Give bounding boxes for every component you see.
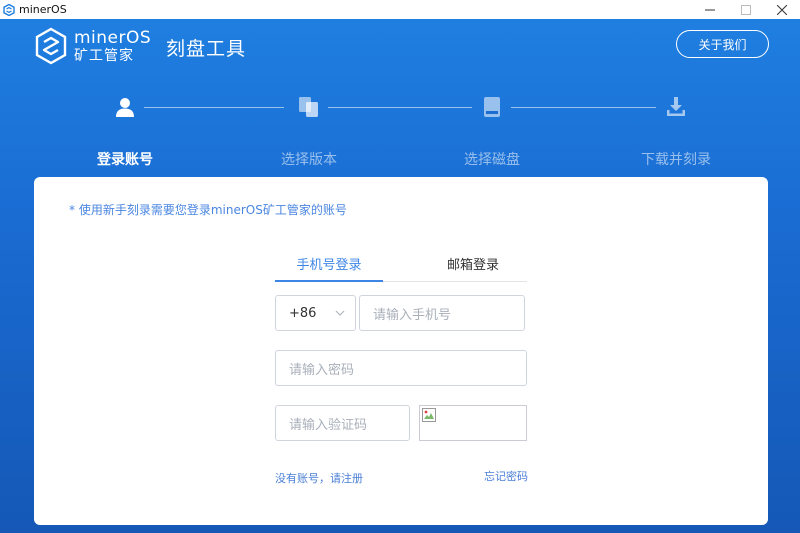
about-us-button[interactable]: 关于我们 (676, 30, 769, 58)
copy-icon (299, 97, 318, 117)
phone-placeholder: 请输入手机号 (373, 307, 452, 323)
close-button[interactable] (764, 0, 800, 19)
login-tabs: 手机号登录 邮箱登录 (275, 255, 527, 282)
login-notice: * 使用新手刻录需要您登录minerOS矿工管家的账号 (69, 203, 347, 217)
step-connector (144, 107, 284, 108)
minimize-icon (705, 9, 715, 10)
register-link[interactable]: 没有账号，请注册 (275, 470, 363, 486)
logo-text-cn: 矿工管家 (74, 47, 134, 64)
maximize-button[interactable] (728, 0, 764, 19)
minimize-button[interactable] (692, 0, 728, 19)
user-icon (116, 98, 134, 117)
captcha-placeholder: 请输入验证码 (289, 417, 368, 433)
phone-input[interactable]: 请输入手机号 (359, 295, 525, 331)
step-label-download-burn: 下载并刻录 (641, 152, 711, 168)
step-connector (511, 107, 656, 108)
password-input[interactable]: 请输入密码 (275, 350, 527, 386)
tab-email-login[interactable]: 邮箱登录 (419, 255, 527, 282)
password-placeholder: 请输入密码 (289, 362, 355, 378)
close-icon (777, 4, 787, 15)
login-card: * 使用新手刻录需要您登录minerOS矿工管家的账号 手机号登录 邮箱登录 +… (34, 177, 768, 525)
step-label-login: 登录账号 (97, 152, 153, 168)
download-icon (667, 97, 685, 116)
minerOS-logo-icon (35, 27, 67, 65)
chevron-down-icon (335, 310, 345, 316)
app-icon (3, 3, 15, 16)
step-label-select-disk: 选择磁盘 (464, 152, 520, 168)
app-title: 刻盘工具 (166, 38, 247, 60)
maximize-icon (741, 4, 751, 15)
captcha-image[interactable] (419, 405, 527, 441)
captcha-input[interactable]: 请输入验证码 (275, 405, 410, 441)
broken-image-icon (422, 408, 436, 422)
forgot-password-link[interactable]: 忘记密码 (484, 468, 528, 484)
tab-phone-login[interactable]: 手机号登录 (275, 255, 383, 282)
step-connector (328, 107, 472, 108)
logo: minerOS 矿工管家 (34, 27, 151, 65)
logo-text-en: minerOS (74, 27, 152, 48)
window-title-bar: minerOS (0, 0, 800, 19)
country-code-value: +86 (289, 305, 317, 321)
country-code-select[interactable]: +86 (275, 295, 356, 331)
step-indicator: 登录账号 选择版本 选择磁盘 下载并刻录 (0, 94, 800, 168)
window-title: minerOS (19, 3, 67, 16)
disk-icon (484, 97, 500, 117)
step-label-select-version: 选择版本 (281, 152, 337, 168)
